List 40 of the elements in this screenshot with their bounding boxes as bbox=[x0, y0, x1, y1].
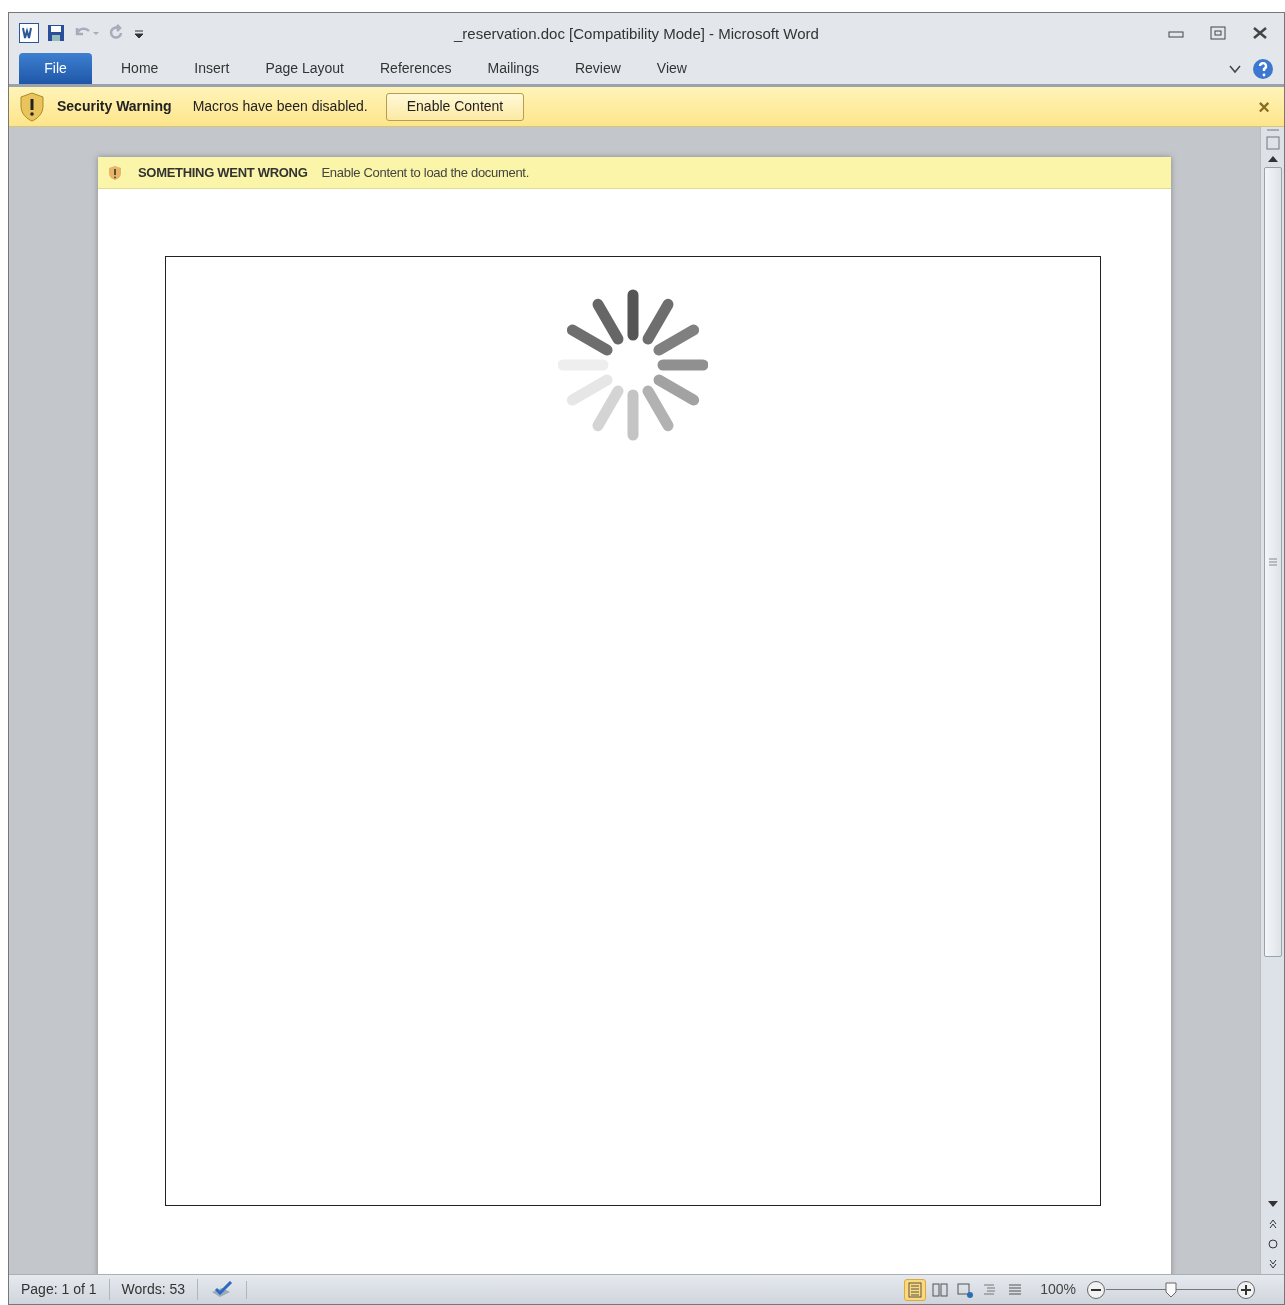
zoom-level[interactable]: 100% bbox=[1040, 1279, 1076, 1300]
ribbon-tab[interactable]: Page Layout bbox=[258, 53, 351, 84]
page-layout-icon bbox=[906, 1280, 925, 1299]
ribbon-tab[interactable]: Review bbox=[567, 53, 628, 84]
ribbon-tab[interactable]: View bbox=[649, 53, 694, 84]
grip-icon bbox=[1267, 558, 1278, 566]
zoom-slider[interactable] bbox=[1106, 1279, 1236, 1300]
file-tab[interactable]: File bbox=[19, 53, 92, 84]
ruler-toggle-icon[interactable] bbox=[1264, 127, 1281, 153]
close-icon[interactable] bbox=[1252, 26, 1268, 40]
browse-object-icon[interactable] bbox=[1266, 1238, 1279, 1250]
enable-content-button[interactable]: Enable Content bbox=[385, 92, 525, 121]
next-page-icon[interactable] bbox=[1267, 1258, 1278, 1270]
window-title: _reservation.doc [Compatibility Mode] - Microsoft Word bbox=[454, 24, 819, 44]
close-bar-button[interactable]: × bbox=[1258, 96, 1270, 117]
zoom-out-icon[interactable] bbox=[1086, 1279, 1106, 1300]
scroll-thumb[interactable] bbox=[1263, 167, 1282, 957]
zoom-slider-thumb[interactable] bbox=[1165, 1281, 1177, 1298]
ribbon-tab[interactable]: Mailings bbox=[480, 53, 546, 84]
warning-shield-icon bbox=[19, 91, 45, 122]
ribbon-tab[interactable]: Insert bbox=[187, 53, 237, 84]
two-page-icon bbox=[931, 1280, 950, 1299]
warning-shield-icon bbox=[108, 164, 122, 181]
word-count[interactable]: Words: 53 bbox=[109, 1279, 199, 1300]
save-icon[interactable] bbox=[47, 24, 65, 42]
warning-message: Macros have been disabled. bbox=[192, 97, 368, 116]
proofing-check-icon[interactable] bbox=[210, 1280, 235, 1299]
view-button[interactable] bbox=[904, 1278, 927, 1301]
word-logo-icon[interactable] bbox=[19, 23, 39, 43]
previous-page-icon[interactable] bbox=[1267, 1218, 1278, 1230]
warning-title: Security Warning bbox=[57, 97, 172, 116]
error-title: SOMETHING WENT WRONG bbox=[138, 163, 308, 182]
page-count[interactable]: Page: 1 of 1 bbox=[9, 1279, 110, 1300]
ribbon-tab[interactable]: References bbox=[373, 53, 459, 84]
web-layout-icon bbox=[956, 1280, 975, 1299]
error-message: Enable Content to load the document. bbox=[321, 163, 529, 182]
restore-icon[interactable] bbox=[1210, 26, 1226, 40]
zoom-in-icon[interactable] bbox=[1236, 1279, 1256, 1300]
ribbon-tab[interactable]: Home bbox=[114, 53, 166, 84]
help-icon[interactable] bbox=[1252, 57, 1274, 80]
